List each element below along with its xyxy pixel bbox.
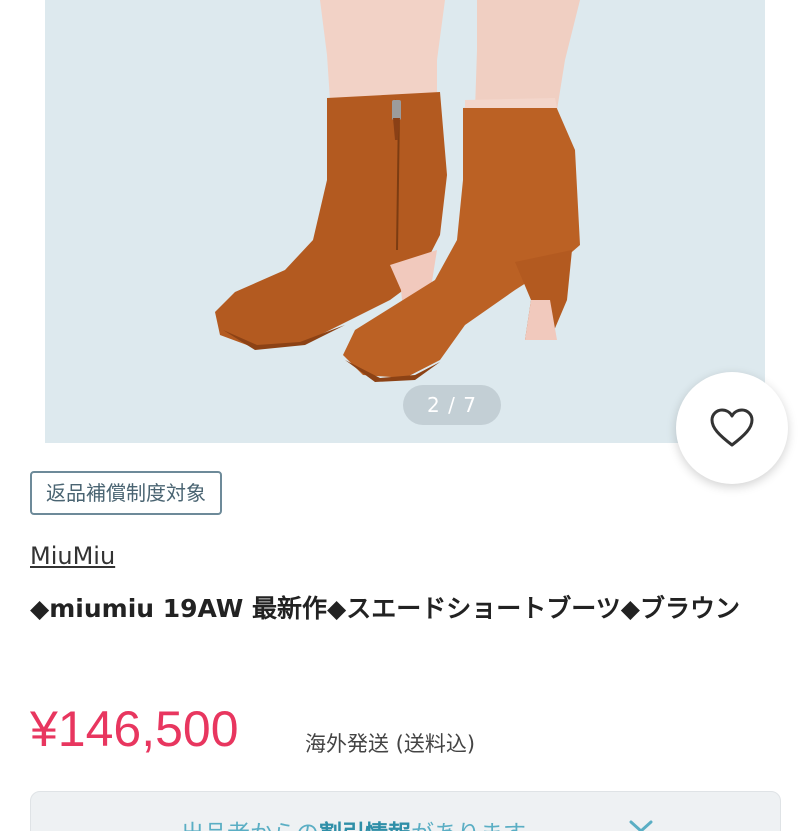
- return-guarantee-badge: 返品補償制度対象: [30, 471, 222, 515]
- product-title: ◆miumiu 19AW 最新作◆スエードショートブーツ◆ブラウン: [30, 594, 741, 623]
- product-price: ¥146,500: [30, 701, 239, 757]
- notice-text-post: があります: [411, 821, 526, 831]
- product-page: 2 / 7 返品補償制度対象 MiuMiu ◆miumiu 19AW 最新作◆ス…: [0, 0, 810, 831]
- product-image: [215, 0, 580, 382]
- product-image-carousel[interactable]: 2 / 7: [45, 0, 765, 443]
- image-counter: 2 / 7: [403, 385, 501, 425]
- favorite-button[interactable]: [676, 372, 788, 484]
- heart-outline-icon: [710, 408, 754, 447]
- notice-text-bold: 割引情報: [319, 821, 411, 831]
- discount-notice-banner[interactable]: 出品者からの割引情報があります: [30, 791, 781, 831]
- shipping-info: 海外発送 (送料込): [305, 732, 476, 756]
- notice-text-pre: 出品者からの: [181, 821, 319, 831]
- brand-link[interactable]: MiuMiu: [30, 542, 115, 570]
- discount-notice-text: 出品者からの割引情報があります: [181, 814, 526, 831]
- chevron-down-icon: [629, 820, 653, 831]
